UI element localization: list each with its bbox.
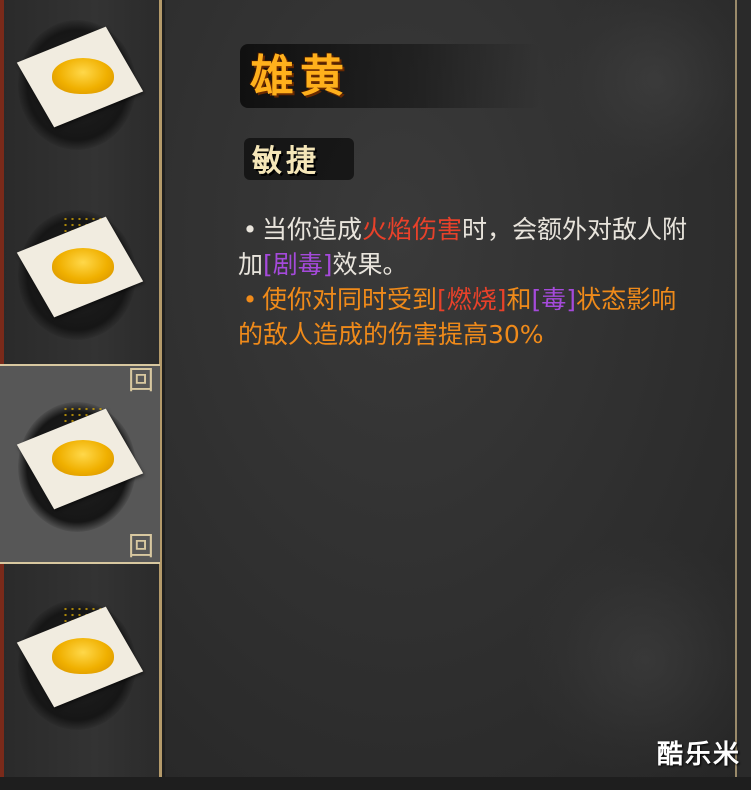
poison-keyword: [毒] xyxy=(531,285,577,314)
inventory-slot-1[interactable] xyxy=(0,0,160,190)
bullet-icon: • xyxy=(242,215,258,244)
effect-text: 和 xyxy=(506,285,532,314)
effect-text: 使你对同时受到 xyxy=(262,285,438,314)
effect-text: 当你造成 xyxy=(262,215,363,244)
realgar-powder-icon xyxy=(52,440,114,476)
burn-keyword: [燃烧] xyxy=(437,285,507,314)
inventory-sidebar: 回 回 xyxy=(0,0,162,777)
item-detail-panel xyxy=(165,0,751,790)
frame-corner-icon: 回 xyxy=(127,366,154,396)
inventory-slot-3-selected[interactable]: 回 回 xyxy=(0,364,160,564)
cloud-pattern xyxy=(545,0,751,180)
item-description: • 当你造成火焰伤害时，会额外对敌人附加[剧毒]效果。 • 使你对同时受到[燃烧]和… xyxy=(238,212,698,352)
watermark: 酷乐米 xyxy=(656,740,741,770)
item-title: 雄黄 xyxy=(250,51,350,102)
frame-corner-icon: 回 xyxy=(127,532,154,562)
bullet-icon: • xyxy=(242,285,258,314)
effect-line-1: • 当你造成火焰伤害时，会额外对敌人附加[剧毒]效果。 xyxy=(238,212,698,282)
realgar-powder-icon xyxy=(52,638,114,674)
fire-damage-keyword: 火焰伤害 xyxy=(362,215,463,244)
effect-line-2: • 使你对同时受到[燃烧]和[毒]状态影响的敌人造成的伤害提高30% xyxy=(238,282,698,352)
panel-edge xyxy=(735,0,751,777)
realgar-powder-icon xyxy=(52,58,114,94)
inventory-slot-4[interactable] xyxy=(0,580,160,770)
item-category: 敏捷 xyxy=(252,144,320,179)
inventory-slot-2[interactable] xyxy=(0,190,160,380)
realgar-powder-icon xyxy=(52,248,114,284)
poison-keyword: [剧毒] xyxy=(263,250,333,279)
effect-text: 效果。 xyxy=(332,250,408,279)
